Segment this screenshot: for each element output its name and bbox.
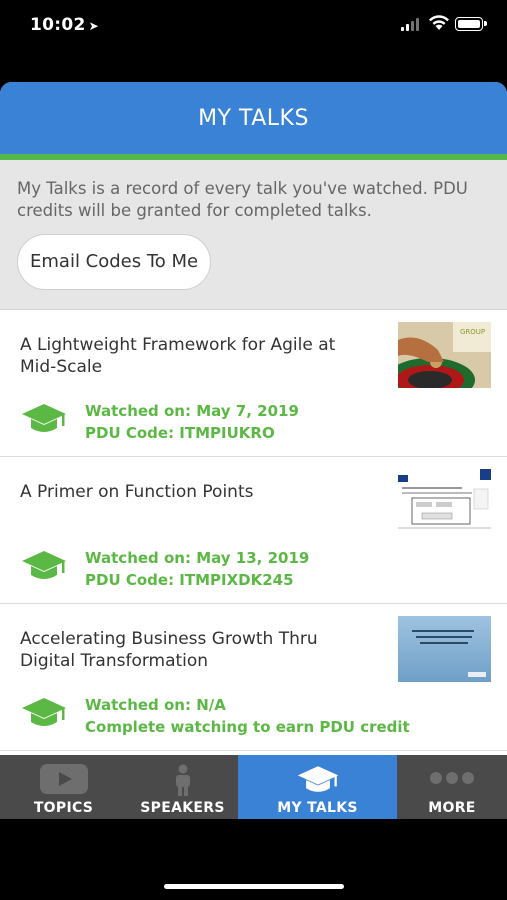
intro-panel: My Talks is a record of every talk you'v…	[0, 160, 507, 310]
graduation-cap-icon	[297, 766, 338, 792]
watched-date: Watched on: May 13, 2019	[85, 549, 310, 567]
svg-text:GROUP: GROUP	[460, 328, 485, 336]
wifi-icon	[429, 15, 449, 30]
talk-list-item[interactable]: Accelerating Business Growth Thru Digita…	[0, 604, 507, 751]
play-icon	[39, 764, 88, 794]
status-time-text: 10:02	[30, 15, 86, 35]
home-indicator	[164, 884, 344, 889]
pdu-code: PDU Code: ITMPIUKRO	[85, 424, 275, 442]
tab-my-talks[interactable]: MY TALKS	[238, 755, 397, 819]
graduation-cap-icon	[22, 404, 66, 432]
app-screen: MY TALKS My Talks is a record of every t…	[0, 82, 507, 819]
talk-thumbnail	[398, 616, 491, 682]
email-codes-button[interactable]: Email Codes To Me	[17, 234, 212, 290]
graduation-cap-icon	[22, 551, 66, 579]
talk-thumbnail: GROUP	[398, 322, 491, 388]
pdu-code: Complete watching to earn PDU credit	[85, 718, 410, 736]
tab-label: TOPICS	[33, 800, 94, 816]
intro-description: My Talks is a record of every talk you'v…	[17, 179, 468, 220]
status-time: 10:02 ➤	[30, 15, 99, 35]
person-icon	[175, 764, 190, 796]
tab-bar: TOPICS SPEAKERS MY TALKS MORE	[0, 755, 507, 819]
talk-list-item[interactable]: A Lightweight Framework for Agile at Mid…	[0, 310, 507, 457]
talk-title: Accelerating Business Growth Thru Digita…	[20, 629, 318, 671]
watched-date: Watched on: May 7, 2019	[85, 402, 299, 420]
tab-label: MORE	[428, 800, 476, 816]
talk-title: A Lightweight Framework for Agile at Mid…	[20, 335, 336, 377]
battery-icon	[455, 17, 487, 31]
tab-speakers[interactable]: SPEAKERS	[127, 755, 238, 819]
tab-more[interactable]: MORE	[397, 755, 507, 819]
status-bar: 10:02 ➤	[0, 0, 507, 52]
talk-list-item[interactable]: A Primer on Function Points Watched on: …	[0, 457, 507, 604]
graduation-cap-icon	[22, 698, 66, 726]
header-bar: MY TALKS	[0, 82, 507, 160]
page-title: MY TALKS	[198, 105, 309, 131]
location-arrow-icon: ➤	[88, 19, 99, 33]
pdu-code: PDU Code: ITMPIXDK245	[85, 571, 294, 589]
watched-date: Watched on: N/A	[85, 696, 226, 714]
talk-thumbnail	[398, 469, 491, 535]
cellular-signal-icon	[401, 17, 421, 31]
tab-label: MY TALKS	[277, 800, 358, 816]
tab-topics[interactable]: TOPICS	[0, 755, 127, 819]
tab-label: SPEAKERS	[140, 800, 225, 816]
more-dots-icon	[430, 772, 474, 784]
talk-title: A Primer on Function Points	[20, 482, 254, 502]
